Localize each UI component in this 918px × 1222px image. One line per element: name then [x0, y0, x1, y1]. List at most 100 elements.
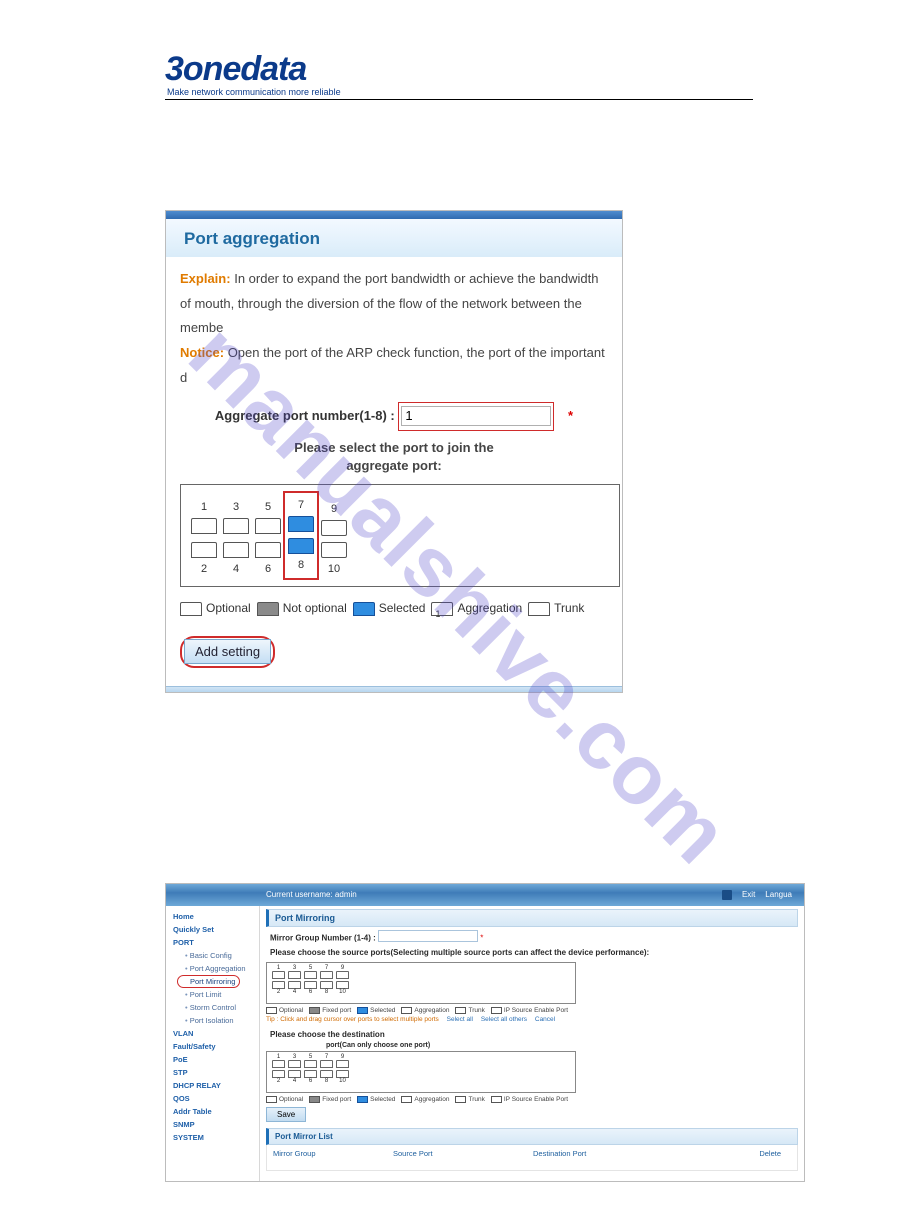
port-icon[interactable] — [304, 1070, 317, 1078]
port-icon[interactable] — [272, 981, 285, 989]
legend-optional-icon — [266, 1007, 277, 1014]
port-label: 9 — [319, 499, 349, 520]
save-button[interactable]: Save — [266, 1107, 306, 1122]
legend-aggregation-icon — [401, 1007, 412, 1014]
port-label: 7 — [286, 495, 316, 516]
legend-optional-icon — [266, 1096, 277, 1103]
cancel-link[interactable]: Cancel — [535, 1016, 555, 1023]
sidebar-nav: Home Quickly Set PORT Basic Config Port … — [166, 906, 260, 1182]
select-all-link[interactable]: Select all — [447, 1016, 473, 1023]
sidebar-item-faultsafety[interactable]: Fault/Safety — [169, 1040, 256, 1053]
port-icon-selected[interactable] — [288, 516, 314, 532]
mirror-group-label: Mirror Group Number (1-4) : — [270, 933, 376, 942]
port-label: 1 — [189, 497, 219, 518]
legend-trunk: Trunk — [468, 1096, 484, 1103]
legend-optional: Optional — [279, 1096, 303, 1103]
required-asterisk: * — [480, 933, 483, 942]
add-setting-button[interactable]: Add setting — [184, 639, 271, 664]
mirror-group-input[interactable] — [378, 930, 478, 942]
port-icon[interactable] — [321, 520, 347, 536]
port-icon[interactable] — [288, 1060, 301, 1068]
select-others-link[interactable]: Select all others — [481, 1016, 527, 1023]
sidebar-item-poe[interactable]: PoE — [169, 1053, 256, 1066]
sidebar-item-portaggregation[interactable]: Port Aggregation — [169, 962, 256, 975]
port-label: 8 — [319, 989, 334, 995]
header-rule — [165, 99, 753, 100]
port-grid: 1 3 5 — [180, 484, 620, 588]
sidebar-item-home[interactable]: Home — [169, 910, 256, 923]
port-icon[interactable] — [255, 542, 281, 558]
port-label: 5 — [253, 497, 283, 518]
sidebar-item-system[interactable]: SYSTEM — [169, 1131, 256, 1144]
port-icon[interactable] — [320, 981, 333, 989]
mirror-list-columns: Mirror Group Source Port Destination Por… — [266, 1145, 798, 1171]
port-icon[interactable] — [191, 518, 217, 534]
port-icon[interactable] — [304, 1060, 317, 1068]
brand-logo: 3onedata Make network communication more… — [165, 50, 753, 100]
port-icon[interactable] — [336, 1060, 349, 1068]
legend-fixed-icon — [309, 1007, 320, 1014]
port-label: 10 — [335, 1078, 350, 1084]
aggregate-number-input[interactable] — [401, 406, 551, 426]
sidebar-item-port[interactable]: PORT — [169, 936, 256, 949]
required-asterisk: * — [568, 408, 573, 423]
port-icon[interactable] — [272, 1060, 285, 1068]
port-label: 6 — [253, 559, 283, 580]
port-icon[interactable] — [304, 981, 317, 989]
port-icon[interactable] — [321, 542, 347, 558]
port-icon[interactable] — [272, 1070, 285, 1078]
port-icon[interactable] — [223, 518, 249, 534]
port-icon[interactable] — [336, 981, 349, 989]
dest-note: port(Can only choose one port) — [266, 1042, 798, 1049]
sidebar-item-dhcprelay[interactable]: DHCP RELAY — [169, 1079, 256, 1092]
source-ports-prompt: Please choose the source ports(Selecting… — [266, 945, 798, 960]
aggregate-number-label: Aggregate port number(1-8) : — [215, 408, 395, 423]
port-icon[interactable] — [191, 542, 217, 558]
legend-aggregation-icon — [401, 1096, 412, 1103]
col-delete: Delete — [693, 1149, 791, 1158]
legend-trunk-icon — [455, 1096, 466, 1103]
port-icon[interactable] — [255, 518, 281, 534]
sidebar-item-snmp[interactable]: SNMP — [169, 1118, 256, 1131]
sidebar-item-portmirroring[interactable]: Port Mirroring — [177, 975, 240, 988]
sidebar-item-basicconfig[interactable]: Basic Config — [169, 949, 256, 962]
port-icon[interactable] — [288, 981, 301, 989]
legend-selected: Selected — [370, 1096, 395, 1103]
legend-selected: Selected — [370, 1007, 395, 1014]
brand-name: 3onedata — [165, 50, 753, 89]
legend-selected-icon — [357, 1007, 368, 1014]
port-icon[interactable] — [320, 1070, 333, 1078]
source-legend: Optional Fixed port Selected Aggregation… — [266, 1007, 798, 1014]
port-label: 8 — [286, 555, 316, 576]
legend-trunk-icon — [455, 1007, 466, 1014]
port-icon[interactable] — [336, 1070, 349, 1078]
port-icon-selected[interactable] — [288, 538, 314, 554]
legend-aggregation: Aggregation — [414, 1007, 449, 1014]
port-icon[interactable] — [320, 1060, 333, 1068]
sidebar-item-qos[interactable]: QOS — [169, 1092, 256, 1105]
sidebar-item-stormcontrol[interactable]: Storm Control — [169, 1001, 256, 1014]
sidebar-item-portisolation[interactable]: Port Isolation — [169, 1014, 256, 1027]
sidebar-item-addrtable[interactable]: Addr Table — [169, 1105, 256, 1118]
language-link[interactable]: Langua — [765, 890, 792, 899]
port-icon[interactable] — [320, 971, 333, 979]
port-icon[interactable] — [272, 971, 285, 979]
port-icon[interactable] — [223, 542, 249, 558]
brand-tagline: Make network communication more reliable — [167, 87, 753, 97]
port-icon[interactable] — [288, 1070, 301, 1078]
port-label: 4 — [221, 559, 251, 580]
sidebar-item-quicklyset[interactable]: Quickly Set — [169, 923, 256, 936]
port-icon[interactable] — [304, 971, 317, 979]
col-mirror-group: Mirror Group — [273, 1149, 393, 1158]
admin-topbar: Current username: admin Exit Langua — [166, 884, 804, 906]
dest-legend: Optional Fixed port Selected Aggregation… — [266, 1096, 798, 1103]
port-label: 6 — [303, 989, 318, 995]
sidebar-item-stp[interactable]: STP — [169, 1066, 256, 1079]
port-icon[interactable] — [288, 971, 301, 979]
port-label: 2 — [271, 989, 286, 995]
sidebar-item-vlan[interactable]: VLAN — [169, 1027, 256, 1040]
exit-icon[interactable] — [722, 890, 732, 900]
port-icon[interactable] — [336, 971, 349, 979]
exit-link[interactable]: Exit — [742, 890, 755, 899]
sidebar-item-portlimit[interactable]: Port Limit — [169, 988, 256, 1001]
